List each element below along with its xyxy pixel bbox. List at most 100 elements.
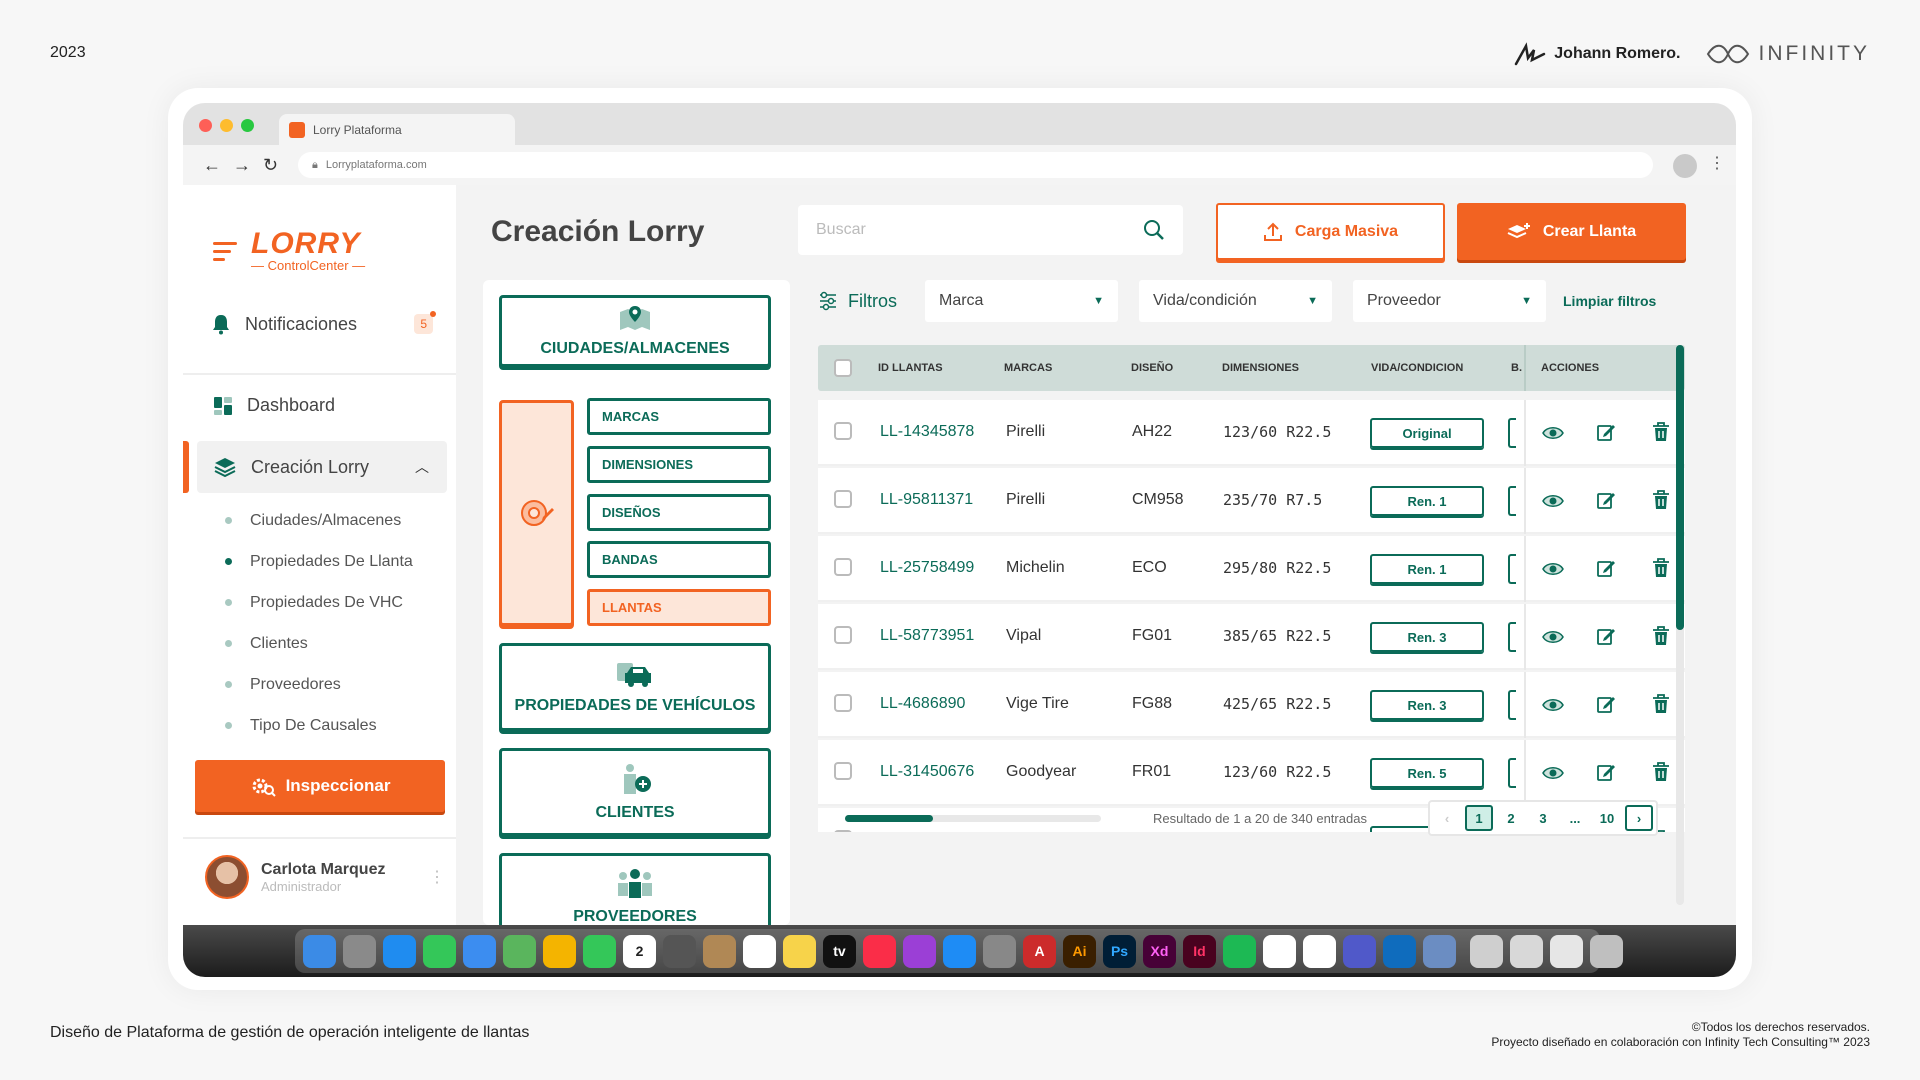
view-eye-icon[interactable] xyxy=(1542,765,1564,786)
preview-icon[interactable] xyxy=(1423,934,1456,968)
view-eye-icon[interactable] xyxy=(1542,697,1564,718)
view-eye-icon[interactable] xyxy=(1542,561,1564,582)
search-icon[interactable] xyxy=(1143,219,1165,241)
trash-icon[interactable] xyxy=(1652,626,1670,651)
col-diseno[interactable]: DISEÑO xyxy=(1131,362,1173,374)
cell-id[interactable]: LL-95811371 xyxy=(880,491,973,509)
podcasts-icon[interactable] xyxy=(903,934,936,968)
view-eye-icon[interactable] xyxy=(1542,629,1564,650)
finder-icon[interactable] xyxy=(303,934,336,968)
calculator-icon[interactable] xyxy=(663,934,696,968)
music-icon[interactable] xyxy=(863,934,896,968)
cell-id[interactable]: LL-58773951 xyxy=(880,627,974,645)
prev-page-icon[interactable]: ‹ xyxy=(1433,805,1461,831)
page-1[interactable]: 1 xyxy=(1465,805,1493,831)
sidebar-item-dashboard[interactable]: Dashboard xyxy=(213,395,335,416)
acrobat-icon[interactable]: A xyxy=(1023,934,1056,968)
row-checkbox[interactable] xyxy=(834,490,852,508)
xd-icon[interactable]: Xd xyxy=(1143,934,1176,968)
close-window-button[interactable] xyxy=(199,119,212,132)
menu-toggle-icon[interactable] xyxy=(213,242,237,261)
next-page-icon[interactable]: › xyxy=(1625,805,1653,831)
creative-cloud-icon[interactable] xyxy=(1303,934,1336,968)
page-3[interactable]: 3 xyxy=(1529,805,1557,831)
photoshop-icon[interactable]: Ps xyxy=(1103,934,1136,968)
mail-icon[interactable] xyxy=(463,934,496,968)
page-10[interactable]: 10 xyxy=(1593,805,1621,831)
subnav-item-clientes[interactable]: Clientes xyxy=(225,623,413,664)
col-id[interactable]: ID LLANTAS xyxy=(878,362,943,374)
teams-icon[interactable] xyxy=(1343,934,1376,968)
downloads-icon[interactable] xyxy=(1510,934,1543,968)
vida-select[interactable]: Vida/condición ▼ xyxy=(1139,280,1332,322)
illustrator-icon[interactable]: Ai xyxy=(1063,934,1096,968)
edit-icon[interactable] xyxy=(1596,422,1616,447)
crear-llanta-button[interactable]: Crear Llanta xyxy=(1457,203,1686,260)
settings-icon[interactable] xyxy=(983,934,1016,968)
row-checkbox[interactable] xyxy=(834,422,852,440)
table-horizontal-scrollbar[interactable] xyxy=(845,815,1101,822)
view-eye-icon[interactable] xyxy=(1542,493,1564,514)
spotify-icon[interactable] xyxy=(1223,934,1256,968)
col-vida[interactable]: VIDA/CONDICION xyxy=(1371,362,1463,374)
marca-select[interactable]: Marca ▼ xyxy=(925,280,1118,322)
edit-icon[interactable] xyxy=(1596,626,1616,651)
forward-icon[interactable]: → xyxy=(233,155,251,176)
trash-icon[interactable] xyxy=(1652,762,1670,787)
reload-icon[interactable]: ↻ xyxy=(263,155,278,176)
chevron-up-icon[interactable]: ︿ xyxy=(415,457,429,477)
subcategory-disenos[interactable]: DISEÑOS xyxy=(587,494,771,531)
subcategory-dimensiones[interactable]: DIMENSIONES xyxy=(587,446,771,483)
filters-toggle[interactable]: Filtros xyxy=(818,291,913,312)
col-dimensiones[interactable]: DIMENSIONES xyxy=(1222,362,1299,374)
row-checkbox[interactable] xyxy=(834,830,852,832)
subcategory-marcas[interactable]: MARCAS xyxy=(587,398,771,435)
outlook-icon[interactable] xyxy=(1383,934,1416,968)
scroll-thumb[interactable] xyxy=(1676,345,1684,630)
row-checkbox[interactable] xyxy=(834,694,852,712)
browser-profile-avatar[interactable] xyxy=(1673,154,1697,178)
app-store-icon[interactable] xyxy=(943,934,976,968)
browser-menu-icon[interactable]: ⋮ xyxy=(1709,153,1725,173)
trash-icon[interactable] xyxy=(1652,422,1670,447)
table-row[interactable]: LL-14345878 Pirelli AH22 123/60 R22.5 Origin… xyxy=(818,400,1685,466)
messages-icon[interactable] xyxy=(423,934,456,968)
maximize-window-button[interactable] xyxy=(241,119,254,132)
reminders-icon[interactable] xyxy=(743,934,776,968)
table-row[interactable]: LL-25758499 Michelin ECO 295/80 R22.5 Ren. 1 xyxy=(818,536,1685,602)
row-checkbox[interactable] xyxy=(834,626,852,644)
trash-icon[interactable] xyxy=(1652,558,1670,583)
trash-icon[interactable] xyxy=(1652,694,1670,719)
sidebar-item-creacion-lorry[interactable]: Creación Lorry ︿ xyxy=(183,441,448,493)
user-profile[interactable]: Carlota Marquez Administrador ⋮ xyxy=(205,855,445,899)
tv-icon[interactable]: tv xyxy=(823,934,856,968)
notifications-item[interactable]: Notificaciones 5 xyxy=(211,311,436,335)
category-card-vehiculos[interactable]: PROPIEDADES DE VEHÍCULOS xyxy=(499,643,771,731)
user-menu-icon[interactable]: ⋮ xyxy=(429,867,445,887)
scroll-thumb[interactable] xyxy=(845,815,933,822)
proveedor-select[interactable]: Proveedor ▼ xyxy=(1353,280,1546,322)
edit-icon[interactable] xyxy=(1596,762,1616,787)
cell-id[interactable]: LL-4686890 xyxy=(880,695,965,713)
edit-icon[interactable] xyxy=(1596,490,1616,515)
safari-icon[interactable] xyxy=(383,934,416,968)
back-icon[interactable]: ← xyxy=(203,155,221,176)
subnav-item-proveedores[interactable]: Proveedores xyxy=(225,664,413,705)
subnav-item-propiedades-vhc[interactable]: Propiedades De VHC xyxy=(225,582,413,623)
subnav-item-ciudades[interactable]: Ciudades/Almacenes xyxy=(225,500,413,541)
browser-tab[interactable]: Lorry Plataforma xyxy=(279,114,515,146)
category-card-ciudades[interactable]: CIUDADES/ALMACENES xyxy=(499,295,771,367)
screenshots-icon[interactable] xyxy=(1550,934,1583,968)
cell-id[interactable]: LL-31450676 xyxy=(880,763,974,781)
search-input[interactable]: Buscar xyxy=(798,205,1183,255)
table-row[interactable]: LL-95811371 Pirelli CM958 235/70 R7.5 Ren. 1 xyxy=(818,468,1685,534)
cell-id[interactable]: LL-14345878 xyxy=(880,423,974,441)
indesign-icon[interactable]: Id xyxy=(1183,934,1216,968)
col-b[interactable]: B. xyxy=(1511,362,1522,374)
col-marcas[interactable]: MARCAS xyxy=(1004,362,1052,374)
chrome-icon[interactable] xyxy=(1263,934,1296,968)
view-eye-icon[interactable] xyxy=(1542,425,1564,446)
cell-id[interactable]: LL-25758499 xyxy=(880,559,974,577)
trash-icon[interactable] xyxy=(1590,934,1623,968)
table-row[interactable]: LL-4686890 Vige Tire FG88 425/65 R22.5 Ren. … xyxy=(818,672,1685,738)
